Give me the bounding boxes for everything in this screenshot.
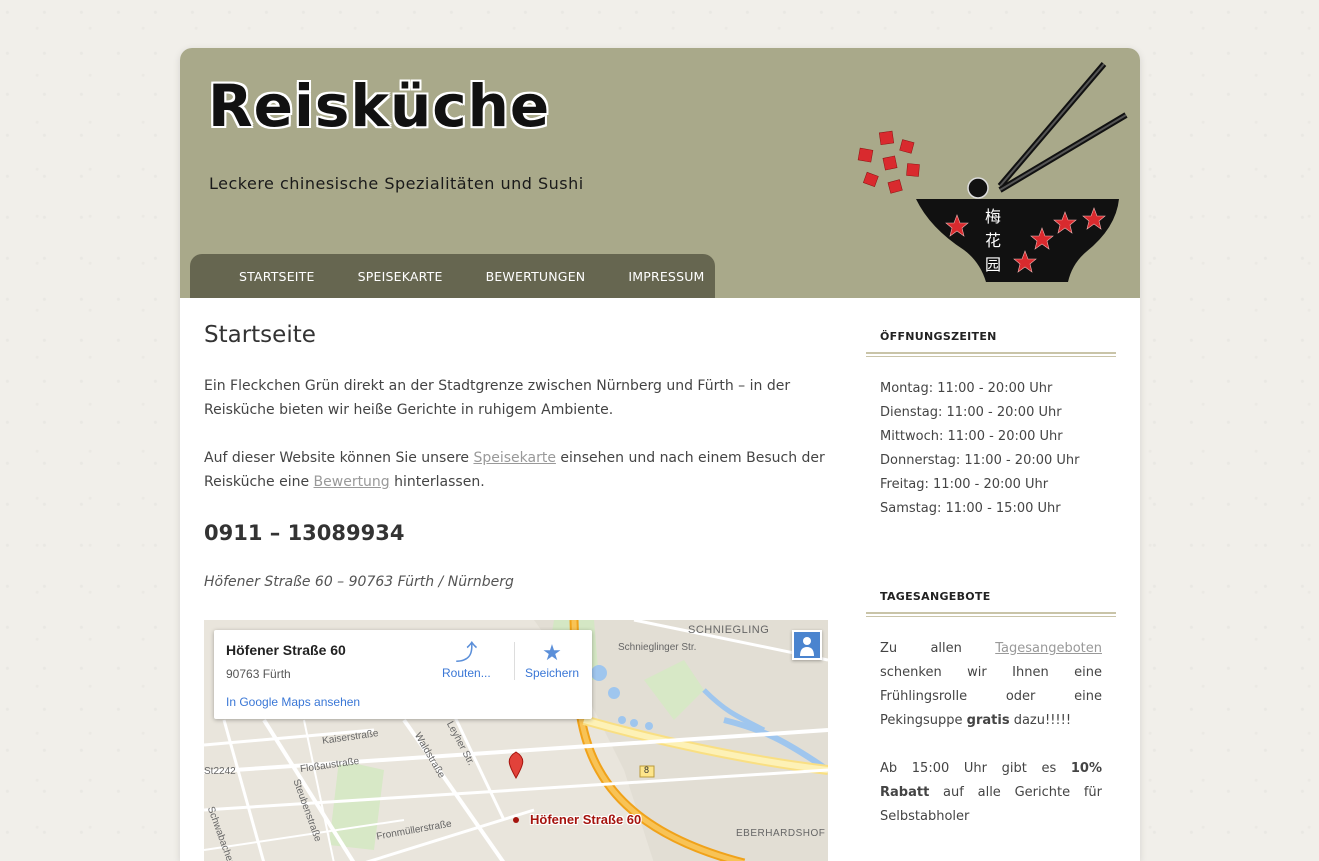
- hours-wednesday: Mittwoch: 11:00 - 20:00 Uhr: [880, 429, 1063, 444]
- site-tagline: Leckere chinesische Spezialitäten und Su…: [209, 174, 584, 193]
- hours-saturday: Samstag: 11:00 - 15:00 Uhr: [880, 501, 1061, 516]
- widget-divider: [866, 612, 1116, 617]
- street-view-person-icon[interactable]: [792, 630, 822, 660]
- logo-char-2: 花: [985, 231, 1001, 250]
- map-label-eberhardshof: EBERHARDSHOF: [736, 828, 826, 839]
- directions-label: Routen...: [442, 666, 491, 680]
- address: Höfener Straße 60 – 90763 Fürth / Nürnbe…: [204, 574, 514, 590]
- view-in-google-maps-link[interactable]: In Google Maps ansehen: [226, 695, 360, 709]
- website-text-3: hinterlassen.: [389, 474, 485, 490]
- opening-hours-list: Montag: 11:00 - 20:00 Uhr Dienstag: 11:0…: [866, 377, 1116, 521]
- offer1-text-c: dazu!!!!!: [1009, 713, 1072, 728]
- hours-friday: Freitag: 11:00 - 20:00 Uhr: [880, 477, 1049, 492]
- directions-icon: ⤴: [455, 640, 478, 665]
- hours-monday: Montag: 11:00 - 20:00 Uhr: [880, 381, 1053, 396]
- map-label-schniegling: SCHNIEGLING: [688, 624, 770, 636]
- map-label-schnieglinger: Schnieglinger Str.: [618, 642, 697, 653]
- nav-item-impressum[interactable]: IMPRESSUM: [628, 269, 704, 284]
- nav-item-bewertungen[interactable]: BEWERTUNGEN: [486, 269, 586, 284]
- intro-paragraph: Ein Fleckchen Grün direkt an der Stadtgr…: [204, 378, 791, 418]
- logo-char-1: 梅: [985, 207, 1001, 226]
- main-nav: STARTSEITE SPEISEKARTE BEWERTUNGEN IMPRE…: [190, 254, 715, 298]
- website-text-1: Auf dieser Website können Sie unsere: [204, 450, 474, 466]
- map-pin-label[interactable]: Höfener Straße 60: [530, 812, 641, 827]
- opening-hours-title: ÖFFNUNGSZEITEN: [880, 330, 997, 343]
- offer-paragraph-1: Zu allen Tagesangeboten schenken wir Ihn…: [880, 637, 1102, 733]
- logo-char-3: 园: [985, 255, 1001, 274]
- phone-number: 0911 – 13089934: [204, 521, 405, 545]
- site-container: Reisküche Leckere chinesische Spezialitä…: [180, 48, 1140, 861]
- offer-paragraph-2: Ab 15:00 Uhr gibt es 10% Rabatt auf alle…: [880, 757, 1102, 829]
- directions-button[interactable]: ⤴ Routen...: [442, 640, 491, 680]
- nav-item-startseite[interactable]: STARTSEITE: [239, 269, 315, 284]
- daily-offers-title: TAGESANGEBOTE: [880, 590, 991, 603]
- speisekarte-link[interactable]: Speisekarte: [473, 450, 555, 466]
- google-map[interactable]: SCHNIEGLING Schnieglinger Str. Kaiserstr…: [204, 620, 828, 861]
- widget-divider: [866, 352, 1116, 357]
- website-paragraph: Auf dieser Website können Sie unsere Spe…: [204, 446, 828, 494]
- offer2-text-a: Ab 15:00 Uhr gibt es: [880, 761, 1071, 776]
- page-title: Startseite: [204, 322, 316, 348]
- star-icon: ★: [542, 640, 562, 665]
- sidebar: ÖFFNUNGSZEITEN Montag: 11:00 - 20:00 Uhr…: [866, 318, 1116, 853]
- map-card-subtitle: 90763 Fürth: [226, 667, 291, 681]
- hours-tuesday: Dienstag: 11:00 - 20:00 Uhr: [880, 405, 1062, 420]
- offer1-bold: gratis: [966, 713, 1010, 728]
- site-title[interactable]: Reisküche: [208, 72, 550, 140]
- map-info-card: Höfener Straße 60 90763 Fürth In Google …: [214, 630, 592, 719]
- daily-offers-widget: TAGESANGEBOTE Zu allen Tagesangeboten sc…: [866, 578, 1116, 829]
- nav-item-speisekarte[interactable]: SPEISEKARTE: [358, 269, 443, 284]
- bewertung-link[interactable]: Bewertung: [314, 474, 390, 490]
- map-label-b8: 8: [644, 765, 650, 775]
- bowl-logo-icon: 梅 花 园: [857, 62, 1128, 282]
- tagesangebote-link[interactable]: Tagesangeboten: [995, 641, 1102, 656]
- offer1-text-a: Zu allen: [880, 641, 996, 656]
- opening-hours-widget: ÖFFNUNGSZEITEN Montag: 11:00 - 20:00 Uhr…: [866, 318, 1116, 521]
- hours-thursday: Donnerstag: 11:00 - 20:00 Uhr: [880, 453, 1080, 468]
- map-card-divider: [514, 642, 515, 680]
- map-label-st2242: St2242: [204, 766, 236, 777]
- daily-offers-body: Zu allen Tagesangeboten schenken wir Ihn…: [866, 637, 1116, 829]
- main-content: Startseite Ein Fleckchen Grün direkt an …: [204, 318, 828, 861]
- save-label: Speichern: [525, 666, 580, 680]
- save-button[interactable]: ★ Speichern: [525, 640, 579, 680]
- site-header: Reisküche Leckere chinesische Spezialitä…: [180, 48, 1140, 298]
- map-card-title: Höfener Straße 60: [226, 642, 346, 658]
